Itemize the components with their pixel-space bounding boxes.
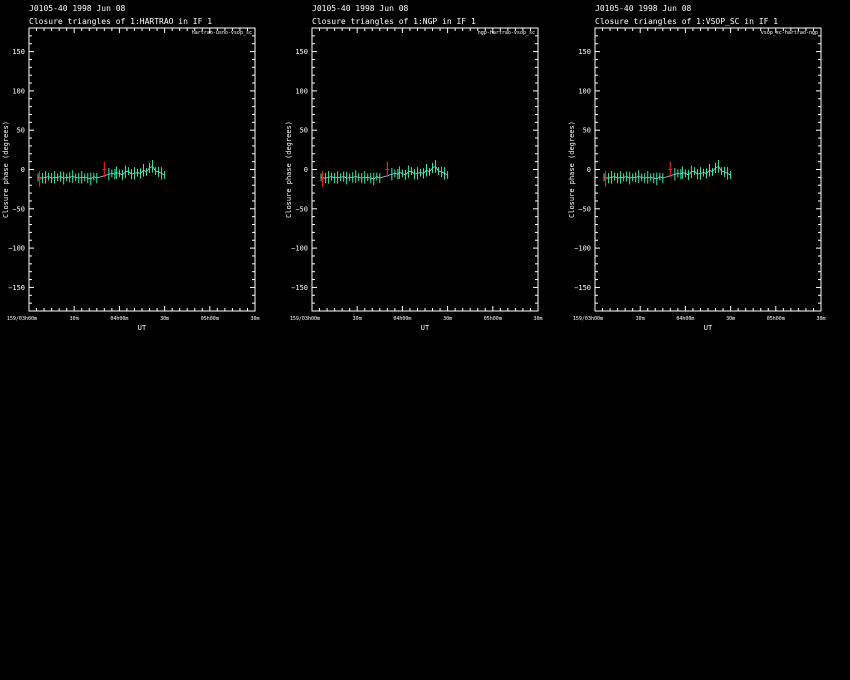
x-tick-label: 30m — [250, 316, 259, 322]
x-tick-label: 04h00m — [110, 316, 128, 322]
y-tick-label: −50 — [12, 205, 25, 213]
y-tick-label: 100 — [578, 87, 591, 95]
y-axis-label: Closure phase (degrees) — [2, 121, 10, 218]
closure-phase-figure: J0105-40 1998 Jun 08 Closure triangles of… — [2, 4, 826, 332]
y-tick-label: 150 — [578, 48, 591, 56]
x-tick-label: 04h00m — [393, 316, 411, 322]
x-tick-label: 30m — [353, 316, 362, 322]
chart-title: Closure triangles of 1:VSOP_SC in IF 1 — [595, 17, 778, 26]
triangle-label: vsop_sc-hartrao-ngp — [761, 30, 818, 36]
y-axis-label: Closure phase (degrees) — [285, 121, 293, 218]
triangle-label: ngp-hartrao-vsop_sc — [478, 30, 535, 36]
y-tick-label: −150 — [291, 284, 308, 292]
chart-panel-1: J0105-40 1998 Jun 08 Closure triangles of… — [2, 4, 260, 332]
y-tick-label: 50 — [300, 127, 308, 135]
x-axis-label: UT — [421, 324, 430, 332]
y-tick-label: 0 — [587, 166, 591, 174]
y-tick-label: 50 — [17, 127, 25, 135]
y-tick-label: 150 — [295, 48, 308, 56]
y-tick-label: −100 — [291, 245, 308, 253]
y-tick-label: −150 — [574, 284, 591, 292]
x-tick-label: 05h00m — [201, 316, 219, 322]
y-tick-label: 100 — [12, 87, 25, 95]
panel-header-source: J0105-40 1998 Jun 08 — [312, 4, 409, 13]
y-tick-label: 150 — [12, 48, 25, 56]
panel-header-source: J0105-40 1998 Jun 08 — [29, 4, 126, 13]
panel-header-source: J0105-40 1998 Jun 08 — [595, 4, 692, 13]
plot-frame — [311, 27, 539, 312]
x-axis-label: UT — [138, 324, 147, 332]
x-tick-label: 05h00m — [767, 316, 785, 322]
y-tick-label: 0 — [21, 166, 25, 174]
x-tick-label: 159/03h00m — [573, 316, 603, 322]
x-tick-label: 30m — [726, 316, 735, 322]
x-tick-label: 05h00m — [484, 316, 502, 322]
y-axis-label: Closure phase (degrees) — [568, 121, 576, 218]
model-line — [603, 165, 731, 180]
y-tick-label: 0 — [304, 166, 308, 174]
model-line — [37, 165, 165, 180]
chart-panel-3: J0105-40 1998 Jun 08 Closure triangles of… — [568, 4, 826, 332]
chart-panel-2: J0105-40 1998 Jun 08 Closure triangles of… — [285, 4, 543, 332]
x-tick-label: 159/03h00m — [290, 316, 320, 322]
x-axis-label: UT — [704, 324, 713, 332]
chart-title: Closure triangles of 1:NGP in IF 1 — [312, 17, 476, 26]
x-tick-label: 30m — [816, 316, 825, 322]
x-tick-label: 159/03h00m — [7, 316, 37, 322]
y-tick-label: −50 — [578, 205, 591, 213]
x-tick-label: 30m — [160, 316, 169, 322]
x-tick-label: 30m — [636, 316, 645, 322]
plot-frame — [28, 27, 256, 312]
x-tick-label: 30m — [443, 316, 452, 322]
y-tick-label: 50 — [583, 127, 591, 135]
y-tick-label: −100 — [574, 245, 591, 253]
x-tick-label: 30m — [70, 316, 79, 322]
y-tick-label: −50 — [295, 205, 308, 213]
y-tick-label: −100 — [8, 245, 25, 253]
x-tick-label: 04h00m — [676, 316, 694, 322]
y-tick-label: −150 — [8, 284, 25, 292]
chart-title: Closure triangles of 1:HARTRAO in IF 1 — [29, 17, 212, 26]
x-tick-label: 30m — [533, 316, 542, 322]
triangle-label: hartrao-usno-vsop_sc — [192, 30, 252, 36]
model-line — [320, 165, 448, 180]
y-tick-label: 100 — [295, 87, 308, 95]
plot-frame — [594, 27, 822, 312]
